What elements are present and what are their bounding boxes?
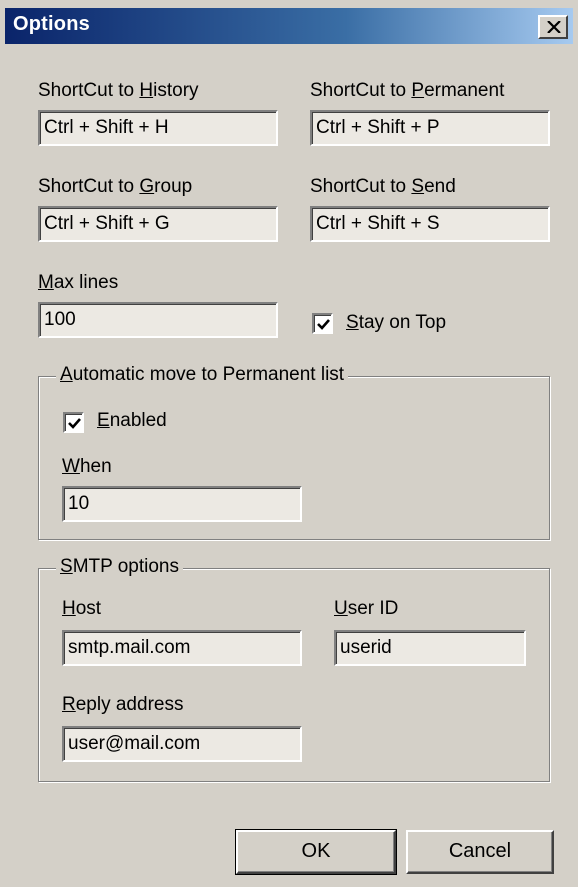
host-field[interactable]: smtp.mail.com [62, 630, 302, 666]
reply-address-field[interactable]: user@mail.com [62, 726, 302, 762]
auto-move-legend: Automatic move to Permanent list [56, 364, 349, 386]
when-label: When [62, 456, 112, 477]
title-bar[interactable]: Options [5, 8, 573, 44]
userid-label: User ID [334, 598, 399, 619]
stay-on-top-label[interactable]: Stay on Top [346, 312, 446, 334]
shortcut-history-label: ShortCut to History [38, 80, 199, 101]
ok-button-label: OK [301, 840, 331, 862]
ok-button[interactable]: OK [235, 829, 397, 875]
cancel-button-label: Cancel [448, 840, 512, 862]
options-dialog: Options ShortCut to History Ctrl + Shift… [0, 0, 578, 887]
shortcut-group-field[interactable]: Ctrl + Shift + G [38, 206, 278, 242]
close-icon [547, 21, 561, 33]
stay-on-top-checkbox[interactable] [312, 313, 333, 334]
reply-address-label: Reply address [62, 694, 184, 715]
cancel-button[interactable]: Cancel [406, 830, 554, 874]
when-field[interactable]: 10 [62, 486, 302, 522]
enabled-checkbox[interactable] [63, 412, 84, 433]
enabled-label[interactable]: Enabled [97, 410, 167, 432]
host-label: Host [62, 598, 102, 619]
checkmark-icon [68, 418, 81, 429]
max-lines-field[interactable]: 100 [38, 302, 278, 338]
shortcut-history-field[interactable]: Ctrl + Shift + H [38, 110, 278, 146]
close-button[interactable] [538, 15, 568, 39]
shortcut-send-field[interactable]: Ctrl + Shift + S [310, 206, 550, 242]
window-title: Options [13, 13, 90, 35]
shortcut-permanent-label: ShortCut to Permanent [310, 80, 505, 101]
shortcut-group-label: ShortCut to Group [38, 176, 193, 197]
max-lines-label: Max lines [38, 272, 119, 293]
userid-field[interactable]: userid [334, 630, 526, 666]
shortcut-permanent-field[interactable]: Ctrl + Shift + P [310, 110, 550, 146]
shortcut-send-label: ShortCut to Send [310, 176, 456, 197]
smtp-legend: SMTP options [56, 556, 183, 578]
checkmark-icon [317, 319, 330, 330]
